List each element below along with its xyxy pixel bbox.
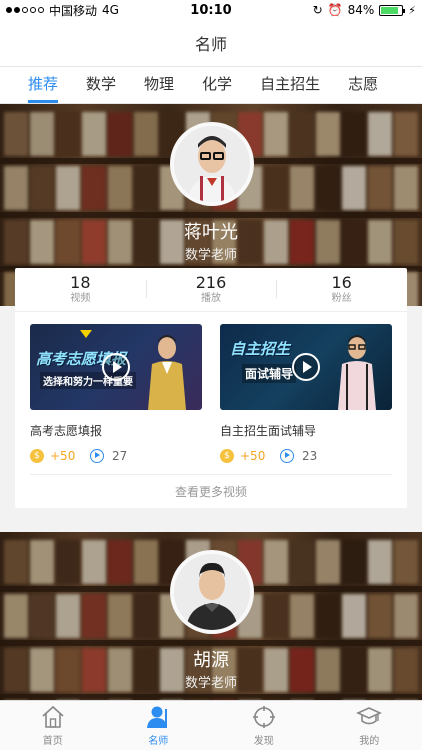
rotation-lock-icon: ↻ (312, 3, 323, 17)
teacher-feed[interactable]: 蒋叶光 数学老师 18 视频 216 播放 16 粉丝 高考志愿填报 选择和努力… (0, 104, 422, 700)
network-label: 4G (102, 3, 119, 17)
teacher-subject: 数学老师 (184, 248, 237, 263)
video-thumbnail[interactable]: 自主招生 面试辅导 (220, 324, 392, 410)
tab-physics[interactable]: 物理 (130, 67, 188, 103)
teacher-icon (147, 706, 168, 728)
teacher-subject: 数学老师 (184, 676, 237, 691)
teacher-avatar[interactable] (170, 122, 254, 206)
teacher-stats: 18 视频 216 播放 16 粉丝 (15, 268, 407, 312)
home-icon (42, 705, 64, 728)
teacher-hero-banner[interactable]: 胡源 数学老师 (0, 532, 422, 700)
coin-icon: $ (30, 449, 44, 463)
teacher-avatar[interactable] (170, 550, 254, 634)
video-card[interactable]: 高考志愿填报 选择和努力一样重要 高考志愿填报 $ +50 27 (30, 324, 202, 463)
tabbar-home-label: 首页 (42, 735, 63, 747)
video-title[interactable]: 自主招生面试辅导 (220, 422, 392, 439)
discover-icon (252, 705, 275, 728)
video-meta: $ +50 23 (220, 449, 392, 463)
coin-reward: +50 (240, 449, 266, 463)
play-count: 23 (302, 449, 318, 463)
battery-percent: 84% (347, 3, 375, 17)
coin-reward: +50 (50, 449, 76, 463)
teacher-portrait-icon (174, 554, 250, 630)
teacher-figure-icon (148, 335, 186, 410)
video-meta: $ +50 27 (30, 449, 202, 463)
coin-icon: $ (220, 449, 234, 463)
page-title: 名师 (194, 35, 227, 54)
bottom-tab-bar: 首页 名师 发现 我的 (0, 700, 422, 750)
clock: 10:10 (190, 2, 232, 18)
charging-icon: ⚡ (408, 3, 416, 17)
view-more-videos-button[interactable]: 查看更多视频 (30, 474, 392, 508)
play-icon[interactable] (102, 353, 130, 381)
play-count-icon (90, 449, 104, 463)
category-tabs: 推荐 数学 物理 化学 自主招生 志愿 (0, 66, 422, 104)
signal-icon (6, 7, 44, 13)
tab-recommend[interactable]: 推荐 (14, 67, 72, 103)
tabbar-profile-label: 我的 (359, 735, 380, 747)
tab-application[interactable]: 志愿 (334, 67, 392, 103)
tabbar-teachers[interactable]: 名师 (106, 701, 212, 750)
tabbar-profile[interactable]: 我的 (317, 701, 422, 750)
status-bar: 中国移动 4G 10:10 ↻ ⏰ 84% ⚡ (0, 0, 422, 20)
tabbar-teachers-label: 名师 (148, 735, 169, 747)
tabbar-discover-label: 发现 (253, 735, 274, 747)
video-list: 高考志愿填报 选择和努力一样重要 高考志愿填报 $ +50 27 自主招生 面试… (15, 312, 407, 463)
video-card[interactable]: 自主招生 面试辅导 自主招生面试辅导 $ +50 23 (220, 324, 392, 463)
tab-chemistry[interactable]: 化学 (188, 67, 246, 103)
tabbar-home[interactable]: 首页 (0, 701, 106, 750)
teacher-card: 18 视频 216 播放 16 粉丝 高考志愿填报 选择和努力一样重要 高考志愿… (15, 268, 407, 508)
profile-icon (356, 706, 383, 724)
teacher-portrait-icon (174, 126, 250, 202)
battery-icon (379, 4, 406, 16)
nav-bar: 名师 (0, 20, 422, 66)
tabbar-discover[interactable]: 发现 (211, 701, 317, 750)
teacher-name: 胡源 (193, 650, 229, 671)
carrier-label: 中国移动 (49, 3, 98, 18)
alarm-icon: ⏰ (327, 3, 343, 17)
play-icon[interactable] (292, 353, 320, 381)
stat-fans: 16 粉丝 (276, 273, 407, 306)
teacher-figure-icon (338, 335, 376, 410)
tab-independent-admission[interactable]: 自主招生 (246, 67, 334, 103)
video-thumbnail[interactable]: 高考志愿填报 选择和努力一样重要 (30, 324, 202, 410)
teacher-name: 蒋叶光 (184, 222, 238, 243)
video-title[interactable]: 高考志愿填报 (30, 422, 202, 439)
play-count-icon (280, 449, 294, 463)
stat-plays: 216 播放 (145, 273, 277, 306)
tab-math[interactable]: 数学 (72, 67, 130, 103)
play-count: 27 (112, 449, 128, 463)
stat-videos: 18 视频 (70, 272, 91, 304)
